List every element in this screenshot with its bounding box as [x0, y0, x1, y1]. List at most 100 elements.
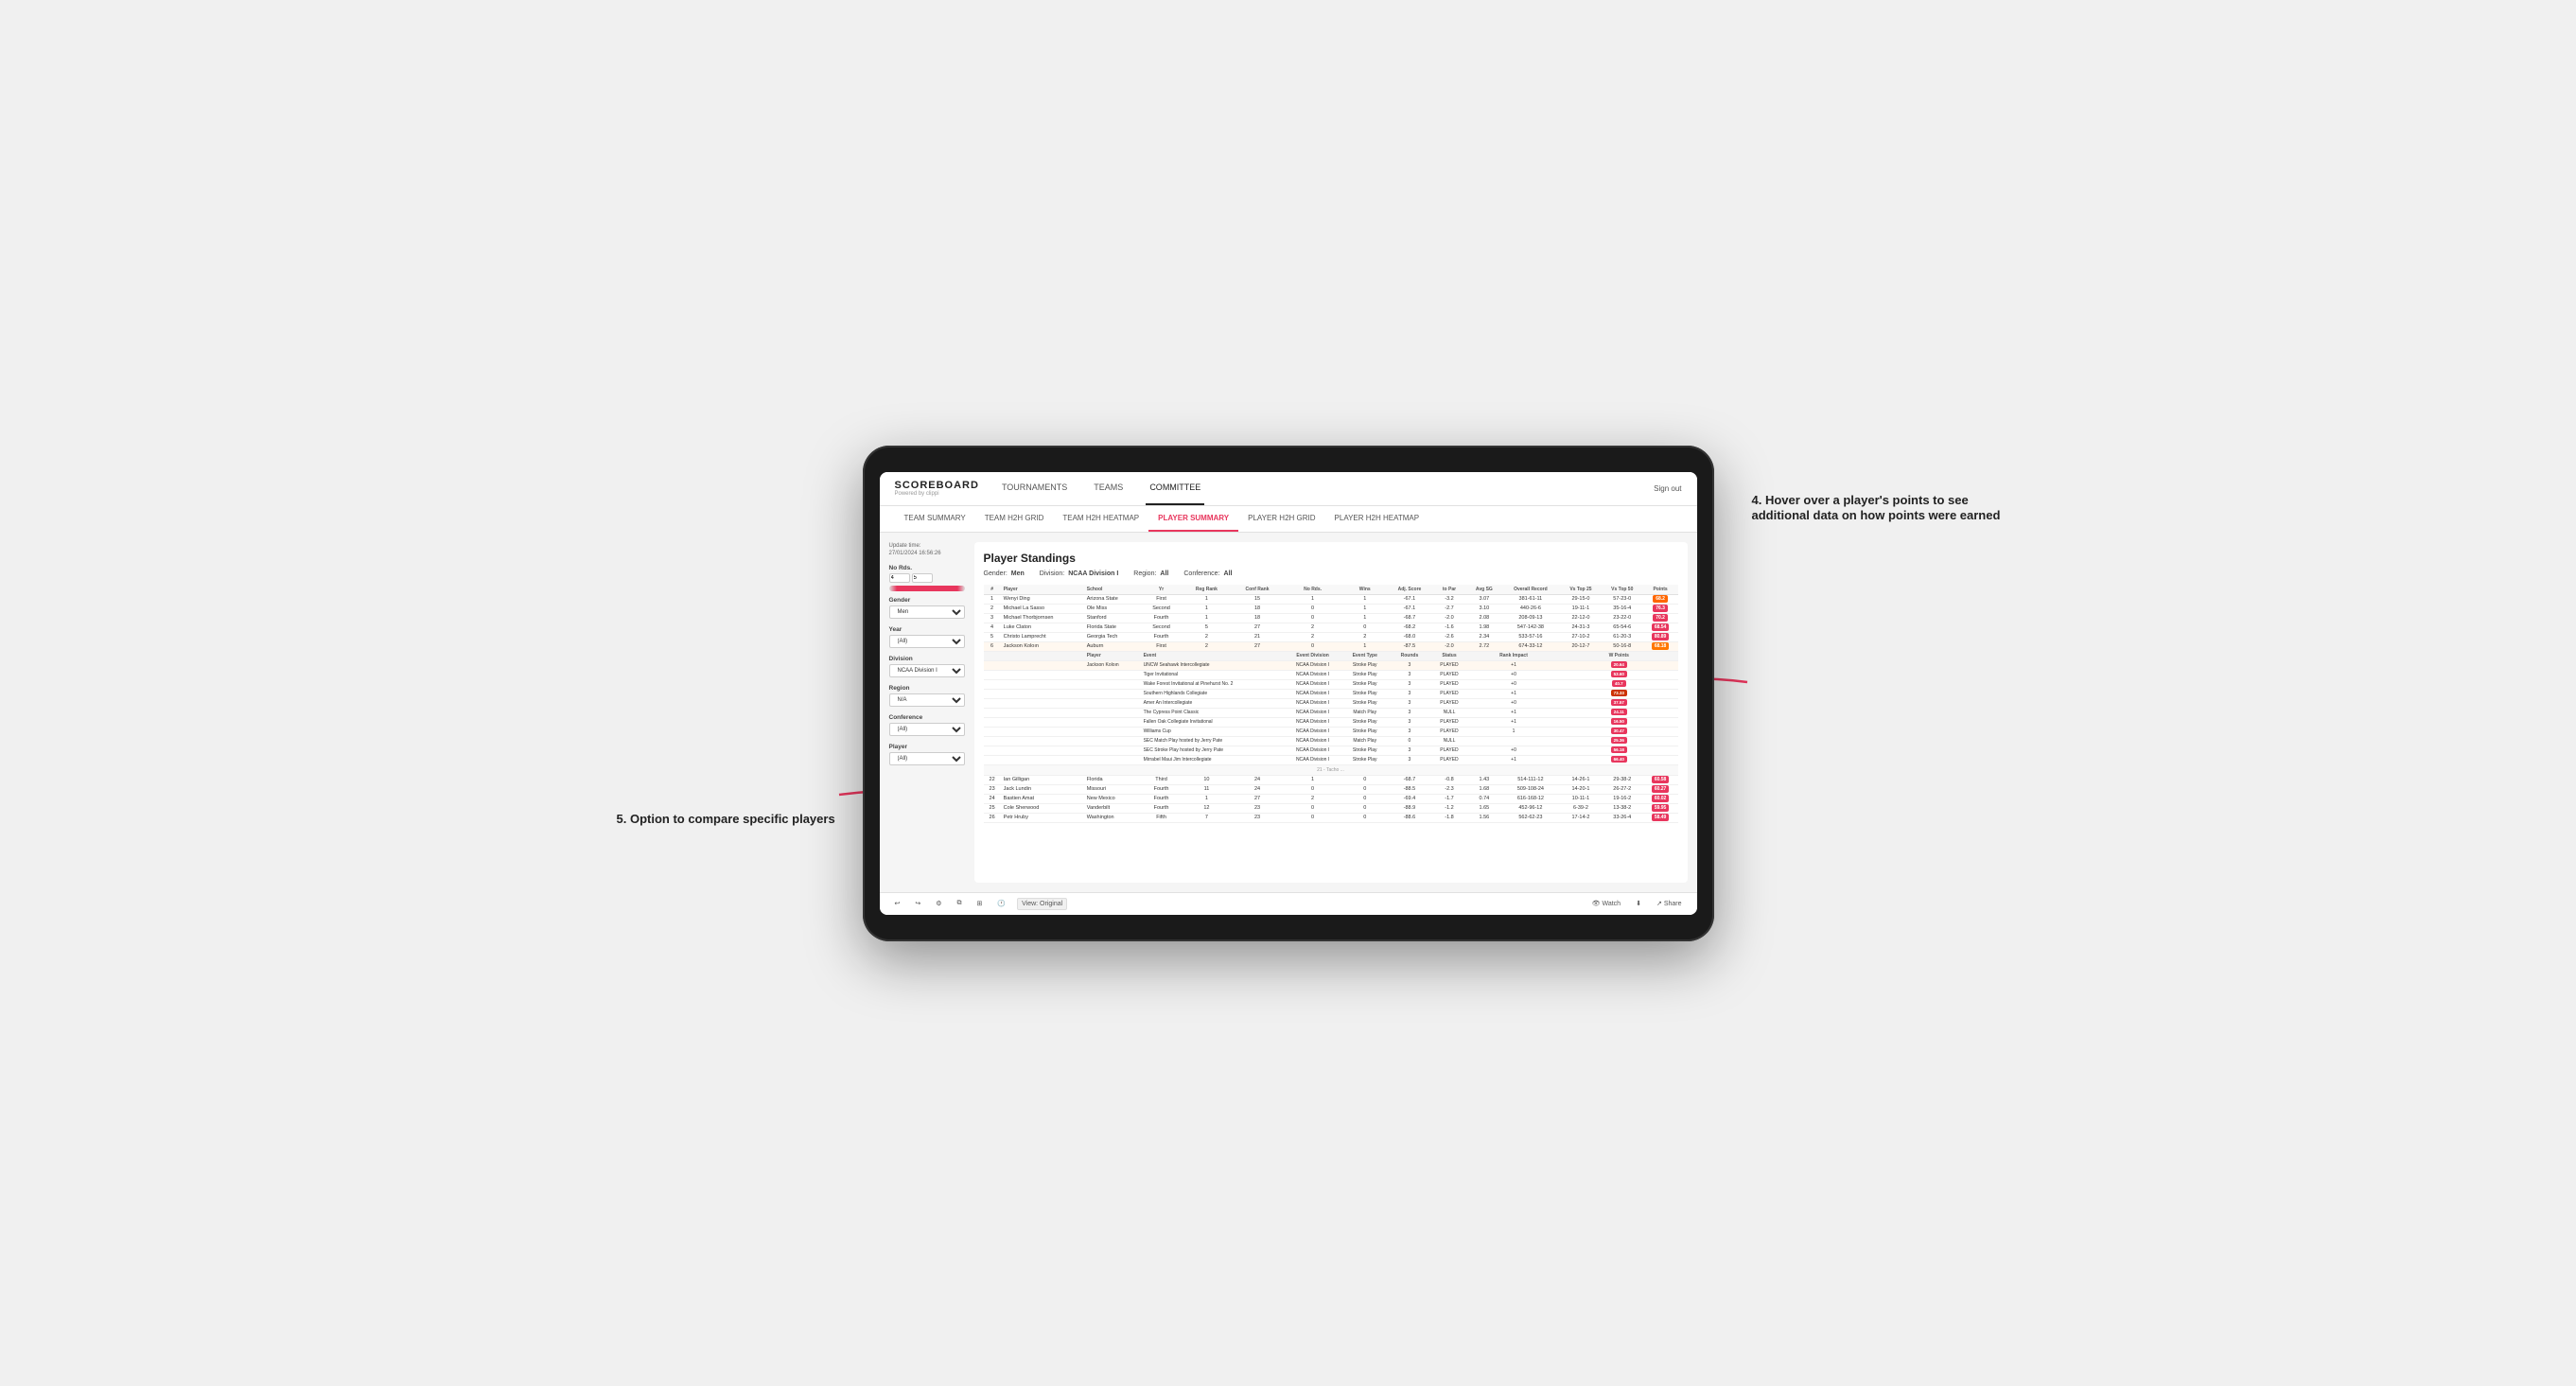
popup-points-badge[interactable]: 30.47: [1611, 728, 1627, 734]
popup-data-row: Amer An Intercollegiate NCAA Division I …: [984, 698, 1678, 708]
popup-data-row: SEC Stroke Play hosted by Jerry Pate NCA…: [984, 746, 1678, 755]
col-avg-sg: Avg SG: [1467, 585, 1501, 595]
watch-button[interactable]: 👁 Watch: [1588, 898, 1624, 909]
nav-committee[interactable]: COMMITTEE: [1146, 472, 1204, 506]
sub-nav-team-summary[interactable]: TEAM SUMMARY: [895, 505, 975, 532]
col-vs-top50: Vs Top 50: [1602, 585, 1643, 595]
tablet-screen: SCOREBOARD Powered by clippi TOURNAMENTS…: [880, 472, 1697, 915]
sub-nav-player-h2h-heatmap[interactable]: PLAYER H2H HEATMAP: [1325, 505, 1429, 532]
annotation-5: 5. Option to compare specific players: [617, 812, 844, 828]
col-no-rds: No Rds.: [1284, 585, 1342, 595]
gender-select[interactable]: Men Women: [889, 605, 965, 619]
standings-tbody: 1 Wenyi Ding Arizona State First 11511 -…: [984, 594, 1678, 822]
gender-display: Gender: Men: [984, 570, 1025, 577]
layout-button[interactable]: ⊞: [973, 898, 987, 909]
popup-data-row: Southern Highlands Collegiate NCAA Divis…: [984, 689, 1678, 698]
points-badge[interactable]: 76.3: [1653, 605, 1668, 612]
clock-button[interactable]: 🕐: [993, 898, 1009, 909]
col-conf-rank: Conf Rank: [1231, 585, 1283, 595]
popup-points-badge[interactable]: 16.50: [1611, 718, 1627, 725]
player-select[interactable]: (All): [889, 752, 965, 765]
sub-nav-team-h2h-grid[interactable]: TEAM H2H GRID: [975, 505, 1054, 532]
filters-panel: Update time: 27/01/2024 16:56:26 No Rds.: [889, 542, 965, 883]
popup-data-row: Jackson Koloın UNCW Seahawk Intercollegi…: [984, 660, 1678, 670]
popup-points-badge[interactable]: 53.60: [1611, 671, 1627, 677]
sign-out-button[interactable]: Sign out: [1654, 484, 1681, 493]
no-rds-min-input[interactable]: [889, 573, 910, 583]
table-row: 1 Wenyi Ding Arizona State First 11511 -…: [984, 594, 1678, 604]
points-badge[interactable]: 80.89: [1652, 633, 1670, 640]
points-badge[interactable]: 58.49: [1652, 814, 1670, 821]
logo-text: SCOREBOARD: [895, 480, 979, 491]
table-row: 4 Luke Claton Florida State Second 52720…: [984, 623, 1678, 632]
update-time: Update time: 27/01/2024 16:56:26: [889, 542, 965, 558]
conference-select[interactable]: (All): [889, 723, 965, 736]
table-row: 25 Cole Sherwood Vanderbilt Fourth 12230…: [984, 803, 1678, 813]
col-wins: Wins: [1342, 585, 1388, 595]
popup-points-badge[interactable]: 24.11: [1611, 709, 1627, 715]
share-button[interactable]: ↗ Share: [1653, 898, 1686, 909]
col-to-par: to Par: [1431, 585, 1467, 595]
view-original-button[interactable]: View: Original: [1017, 898, 1067, 910]
col-rank: #: [984, 585, 1001, 595]
redo-button[interactable]: ↪: [911, 898, 924, 909]
sub-nav-player-h2h-grid[interactable]: PLAYER H2H GRID: [1238, 505, 1324, 532]
popup-data-row: The Cypress Point Classic NCAA Division …: [984, 708, 1678, 717]
region-filter: Region N/A: [889, 685, 965, 707]
sub-nav-team-h2h-heatmap[interactable]: TEAM H2H HEATMAP: [1053, 505, 1148, 532]
popup-data-row: Wake Forest Invitational at Pinehurst No…: [984, 679, 1678, 689]
points-badge[interactable]: 68.54: [1652, 623, 1670, 631]
download-button[interactable]: ⬇: [1632, 898, 1645, 909]
year-filter: Year (All): [889, 626, 965, 648]
undo-button[interactable]: ↩: [891, 898, 904, 909]
points-badge[interactable]: 68.2: [1653, 595, 1668, 603]
table-row: 23 Jack Lundin Missouri Fourth 112400 -8…: [984, 784, 1678, 794]
popup-points-badge[interactable]: 37.57: [1611, 699, 1627, 706]
popup-points-badge[interactable]: 40.7: [1612, 680, 1626, 687]
standings-table: # Player School Yr Reg Rank Conf Rank No…: [984, 585, 1678, 823]
nav-items: TOURNAMENTS TEAMS COMMITTEE: [998, 472, 1654, 506]
no-rds-slider[interactable]: [889, 588, 965, 589]
region-select[interactable]: N/A: [889, 693, 965, 707]
popup-points-badge[interactable]: 73.33: [1611, 690, 1627, 696]
popup-data-row: Mirrabel Maui Jim Intercollegiate NCAA D…: [984, 755, 1678, 764]
year-select[interactable]: (All): [889, 635, 965, 648]
content-panel: Player Standings Gender: Men Division: N…: [974, 542, 1688, 883]
nav-tournaments[interactable]: TOURNAMENTS: [998, 472, 1071, 506]
logo-area: SCOREBOARD Powered by clippi: [895, 480, 979, 497]
table-row: 24 Bastien Amat New Mexico Fourth 12720 …: [984, 794, 1678, 803]
division-select[interactable]: NCAA Division I: [889, 664, 965, 677]
popup-points-badge[interactable]: 66.40: [1611, 756, 1627, 763]
settings-button[interactable]: ⚙: [932, 898, 945, 909]
table-header-row: # Player School Yr Reg Rank Conf Rank No…: [984, 585, 1678, 595]
no-rds-range: [889, 573, 965, 583]
gender-filter: Gender Men Women: [889, 597, 965, 619]
col-points: Points: [1643, 585, 1678, 595]
popup-data-row: SEC Match Play hosted by Jerry Pate NCAA…: [984, 736, 1678, 746]
points-badge[interactable]: 70.2: [1653, 614, 1668, 622]
logo-sub: Powered by clippi: [895, 491, 979, 497]
sub-nav-player-summary[interactable]: PLAYER SUMMARY: [1148, 505, 1238, 532]
points-badge[interactable]: 60.58: [1652, 776, 1670, 783]
view-label: View: Original: [1022, 901, 1062, 907]
conference-filter: Conference (All): [889, 714, 965, 736]
nav-teams[interactable]: TEAMS: [1090, 472, 1127, 506]
points-badge[interactable]: 60.27: [1652, 785, 1670, 793]
popup-points-badge[interactable]: 20.64: [1611, 661, 1627, 668]
popup-data-row: Williams Cup NCAA Division I Stroke Play…: [984, 727, 1678, 736]
no-rds-max-input[interactable]: [912, 573, 933, 583]
table-row: 22 Ian Gilligan Florida Third 102410 -68…: [984, 775, 1678, 784]
copy-button[interactable]: ⧉: [954, 898, 966, 909]
popup-points-badge[interactable]: 25.36: [1611, 737, 1627, 744]
col-yr: Yr: [1141, 585, 1183, 595]
points-badge[interactable]: 60.02: [1652, 795, 1670, 802]
col-record: Overall Record: [1501, 585, 1560, 595]
col-vs-top25: Vs Top 25: [1560, 585, 1602, 595]
division-display: Division: NCAA Division I: [1040, 570, 1118, 577]
main-content: Update time: 27/01/2024 16:56:26 No Rds.: [880, 533, 1697, 892]
popup-data-row: Fallen Oak Collegiate Invitational NCAA …: [984, 717, 1678, 727]
points-badge[interactable]: 59.95: [1652, 804, 1670, 812]
points-badge-jackson[interactable]: 68.18: [1652, 642, 1670, 650]
table-row: 3 Michael Thorbjornsen Stanford Fourth 1…: [984, 613, 1678, 623]
popup-points-badge[interactable]: 56.18: [1611, 746, 1627, 753]
